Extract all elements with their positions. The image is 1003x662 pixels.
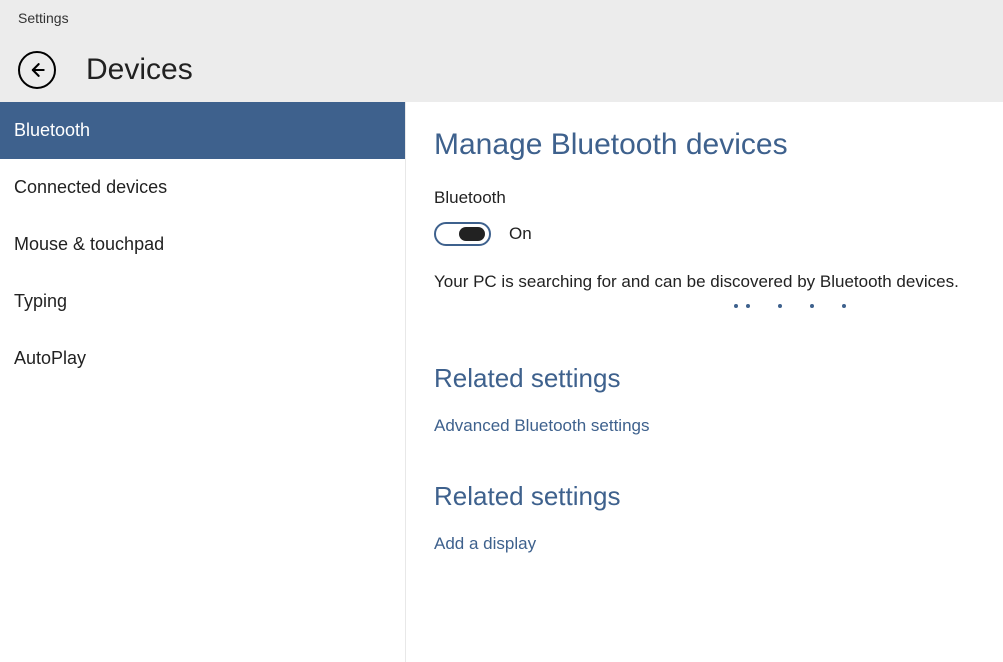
sidebar-item-label: Bluetooth <box>14 120 90 140</box>
arrow-left-icon <box>27 60 47 80</box>
back-button[interactable] <box>18 51 56 89</box>
sidebar-item-connected-devices[interactable]: Connected devices <box>0 159 405 216</box>
dot-icon <box>778 304 782 308</box>
related-settings-heading-1: Related settings <box>434 363 975 394</box>
app-title: Settings <box>18 10 69 26</box>
content-pane: Manage Bluetooth devices Bluetooth On Yo… <box>406 102 1003 662</box>
related-settings-heading-2: Related settings <box>434 481 975 512</box>
bluetooth-toggle-label: Bluetooth <box>434 188 975 208</box>
sidebar: Bluetooth Connected devices Mouse & touc… <box>0 102 406 662</box>
toggle-knob-icon <box>459 227 485 241</box>
bluetooth-toggle[interactable] <box>434 222 491 246</box>
add-a-display-link[interactable]: Add a display <box>434 534 536 554</box>
dot-icon <box>734 304 738 308</box>
page-header: Devices <box>0 38 1003 102</box>
sidebar-item-bluetooth[interactable]: Bluetooth <box>0 102 405 159</box>
dot-icon <box>746 304 750 308</box>
progress-indicator <box>434 304 975 308</box>
page-title: Devices <box>86 53 193 87</box>
sidebar-item-label: Connected devices <box>14 177 167 197</box>
sidebar-item-label: AutoPlay <box>14 348 86 368</box>
advanced-bluetooth-settings-link[interactable]: Advanced Bluetooth settings <box>434 416 649 436</box>
sidebar-item-label: Typing <box>14 291 67 311</box>
toggle-state-text: On <box>509 224 532 244</box>
window-title-bar: Settings <box>0 0 1003 38</box>
sidebar-item-typing[interactable]: Typing <box>0 273 405 330</box>
sidebar-item-autoplay[interactable]: AutoPlay <box>0 330 405 387</box>
dot-icon <box>842 304 846 308</box>
sidebar-item-label: Mouse & touchpad <box>14 234 164 254</box>
main-heading: Manage Bluetooth devices <box>434 128 975 162</box>
search-status-text: Your PC is searching for and can be disc… <box>434 272 975 292</box>
dot-icon <box>810 304 814 308</box>
sidebar-item-mouse-touchpad[interactable]: Mouse & touchpad <box>0 216 405 273</box>
